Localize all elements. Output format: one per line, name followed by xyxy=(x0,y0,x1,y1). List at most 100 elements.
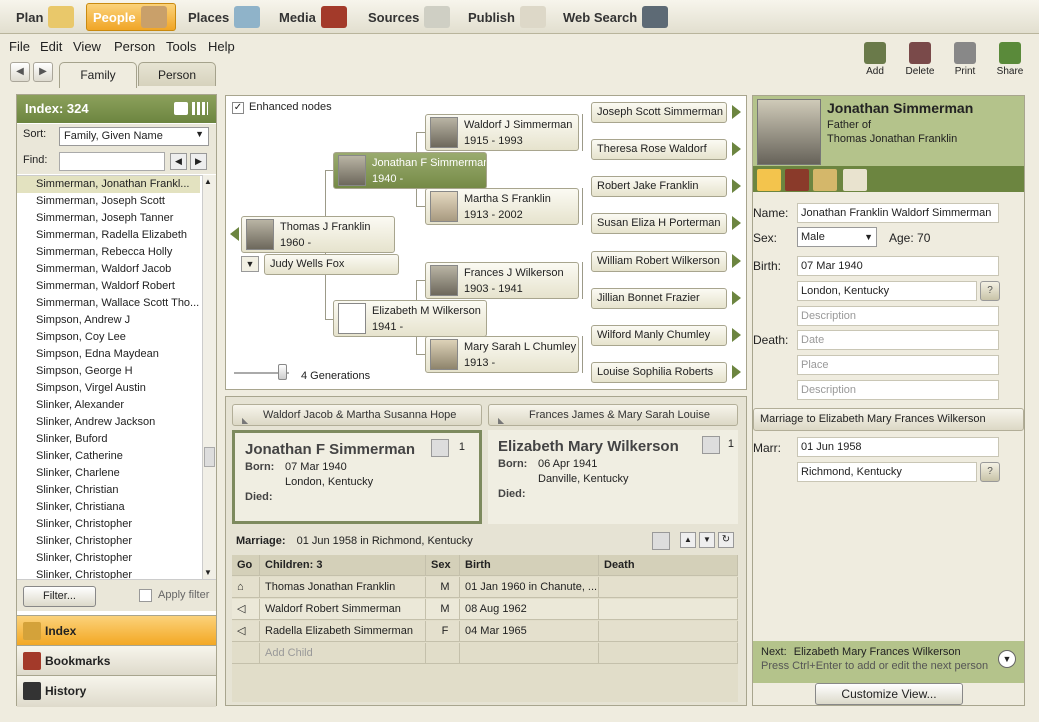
tree-node-root[interactable]: Thomas J Franklin 1960 - xyxy=(241,216,395,253)
tag-tab-icon[interactable] xyxy=(843,169,867,191)
spouse-dropdown-button[interactable]: ▼ xyxy=(241,256,259,272)
menu-file[interactable]: File xyxy=(9,39,30,54)
navigate-icon[interactable]: ◁ xyxy=(232,621,260,642)
marriage-place-field[interactable]: Richmond, Kentucky xyxy=(797,462,977,482)
expand-right-arrow-icon[interactable] xyxy=(732,105,741,119)
name-list-item[interactable]: Slinker, Andrew Jackson xyxy=(17,414,200,431)
name-list-item[interactable]: Simpson, Virgel Austin xyxy=(17,380,200,397)
refresh-icon[interactable]: ↻ xyxy=(718,532,734,548)
name-list-item[interactable]: Slinker, Catherine xyxy=(17,448,200,465)
name-list-item[interactable]: Simpson, George H xyxy=(17,363,200,380)
tree-node-paternal-grandmother[interactable]: Martha S Franklin 1913 - 2002 xyxy=(425,188,579,225)
name-list-item[interactable]: Slinker, Christopher xyxy=(17,516,200,533)
notes-tab-icon[interactable] xyxy=(813,169,837,191)
add-child-placeholder[interactable]: Add Child xyxy=(260,643,426,664)
expand-right-arrow-icon[interactable] xyxy=(732,216,741,230)
find-next-button[interactable]: ▶ xyxy=(190,153,207,170)
tab-family[interactable]: Family xyxy=(59,62,137,88)
share-button[interactable]: Share xyxy=(990,42,1030,77)
tab-person[interactable]: Person xyxy=(138,62,216,86)
nav-people[interactable]: People xyxy=(86,3,176,31)
add-child-row[interactable]: Add Child xyxy=(232,643,738,664)
find-input[interactable] xyxy=(59,152,165,171)
marriage-header[interactable]: Marriage to Elizabeth Mary Frances Wilke… xyxy=(753,408,1024,431)
nav-media[interactable]: Media xyxy=(273,3,353,31)
name-field[interactable]: Jonathan Franklin Waldorf Simmerman xyxy=(797,203,999,223)
expand-right-arrow-icon[interactable] xyxy=(732,142,741,156)
child-row[interactable]: ⌂ Thomas Jonathan Franklin M 01 Jan 1960 in… xyxy=(232,577,738,598)
name-list-item[interactable]: Slinker, Christiana xyxy=(17,499,200,516)
name-list-item[interactable]: Slinker, Alexander xyxy=(17,397,200,414)
photo-icon[interactable] xyxy=(702,436,720,454)
move-up-button[interactable]: ▲ xyxy=(680,532,696,548)
name-list-item[interactable]: Simpson, Andrew J xyxy=(17,312,200,329)
name-list-item[interactable]: Simmerman, Joseph Tanner xyxy=(17,210,200,227)
chevron-down-icon[interactable]: ▼ xyxy=(998,650,1016,668)
index-button[interactable]: Index xyxy=(17,615,216,645)
tree-node-great-grandparent[interactable]: Wilford Manly Chumley xyxy=(591,325,727,346)
wife-card[interactable]: Elizabeth Mary Wilkerson Born: 06 Apr 194… xyxy=(488,430,738,524)
tree-node-great-grandparent[interactable]: Robert Jake Franklin xyxy=(591,176,727,197)
tree-node-great-grandparent[interactable]: William Robert Wilkerson xyxy=(591,251,727,272)
print-button[interactable]: Print xyxy=(945,42,985,77)
place-lookup-icon[interactable]: ? xyxy=(980,462,1000,482)
person-photo[interactable] xyxy=(757,99,821,165)
expand-right-arrow-icon[interactable] xyxy=(732,179,741,193)
marriage-date-field[interactable]: 01 Jun 1958 xyxy=(797,437,999,457)
nav-plan[interactable]: Plan xyxy=(10,3,80,31)
apply-filter-checkbox[interactable] xyxy=(139,589,152,602)
expand-right-arrow-icon[interactable] xyxy=(732,291,741,305)
birth-date-field[interactable]: 07 Mar 1940 xyxy=(797,256,999,276)
name-list-item[interactable]: Simmerman, Waldorf Robert xyxy=(17,278,200,295)
home-icon[interactable] xyxy=(174,102,188,115)
scroll-thumb[interactable] xyxy=(204,447,215,467)
nav-web-search[interactable]: Web Search xyxy=(557,3,674,31)
tree-node-maternal-grandmother[interactable]: Mary Sarah L Chumley 1913 - xyxy=(425,336,579,373)
name-list-item[interactable]: Simmerman, Joseph Scott xyxy=(17,193,200,210)
photo-icon[interactable] xyxy=(431,439,449,457)
husband-parents-button[interactable]: ◣ Waldorf Jacob & Martha Susanna Hope xyxy=(232,404,482,426)
move-down-button[interactable]: ▼ xyxy=(699,532,715,548)
menu-tools[interactable]: Tools xyxy=(166,39,196,54)
expand-right-arrow-icon[interactable] xyxy=(732,254,741,268)
expand-right-arrow-icon[interactable] xyxy=(732,365,741,379)
sex-select[interactable]: Male ▼ xyxy=(797,227,877,247)
edit-tab-icon[interactable] xyxy=(757,169,781,191)
expand-right-arrow-icon[interactable] xyxy=(732,328,741,342)
tree-node-great-grandparent[interactable]: Louise Sophilia Roberts xyxy=(591,362,727,383)
sort-select[interactable]: Family, Given Name ▼ xyxy=(59,127,209,146)
find-previous-button[interactable]: ◀ xyxy=(170,153,187,170)
wife-parents-button[interactable]: ◣ Frances James & Mary Sarah Louise xyxy=(488,404,738,426)
scroll-down-icon[interactable]: ▼ xyxy=(204,568,212,577)
husband-card[interactable]: Jonathan F Simmerman Born: 07 Mar 1940 Lo… xyxy=(232,430,482,524)
home-icon[interactable]: ⌂ xyxy=(232,577,260,598)
name-list-item[interactable]: Simmerman, Jonathan Frankl... xyxy=(17,176,200,193)
nav-places[interactable]: Places xyxy=(182,3,266,31)
name-list-item[interactable]: Slinker, Christopher xyxy=(17,533,200,550)
child-row[interactable]: ◁ Radella Elizabeth Simmerman F 04 Mar 1965 xyxy=(232,621,738,642)
tree-node-great-grandparent[interactable]: Joseph Scott Simmerman xyxy=(591,102,727,123)
menu-help[interactable]: Help xyxy=(208,39,235,54)
menu-view[interactable]: View xyxy=(73,39,101,54)
menu-edit[interactable]: Edit xyxy=(40,39,62,54)
name-list-scrollbar[interactable]: ▲ ▼ xyxy=(202,175,216,579)
name-list-item[interactable]: Simmerman, Rebecca Holly xyxy=(17,244,200,261)
tree-node-paternal-grandfather[interactable]: Waldorf J Simmerman 1915 - 1993 xyxy=(425,114,579,151)
name-list-item[interactable]: Simmerman, Radella Elizabeth xyxy=(17,227,200,244)
death-description-field[interactable]: Description xyxy=(797,380,999,400)
enhanced-nodes-checkbox[interactable]: ✓ xyxy=(232,102,244,114)
name-list-item[interactable]: Simmerman, Waldorf Jacob xyxy=(17,261,200,278)
expand-left-arrow-icon[interactable] xyxy=(230,227,239,241)
tree-node-great-grandparent[interactable]: Susan Eliza H Porterman xyxy=(591,213,727,234)
place-lookup-icon[interactable]: ? xyxy=(980,281,1000,301)
nav-sources[interactable]: Sources xyxy=(362,3,456,31)
death-place-field[interactable]: Place xyxy=(797,355,999,375)
filter-button[interactable]: Filter... xyxy=(23,586,96,607)
columns-icon[interactable] xyxy=(192,102,208,115)
back-button[interactable]: ◀ xyxy=(10,62,30,82)
birth-place-field[interactable]: London, Kentucky xyxy=(797,281,977,301)
tree-node-father[interactable]: Jonathan F Simmerman 1940 - xyxy=(333,152,487,189)
child-row[interactable]: ◁ Waldorf Robert Simmerman M 08 Aug 1962 xyxy=(232,599,738,620)
forward-button[interactable]: ▶ xyxy=(33,62,53,82)
nav-publish[interactable]: Publish xyxy=(462,3,552,31)
